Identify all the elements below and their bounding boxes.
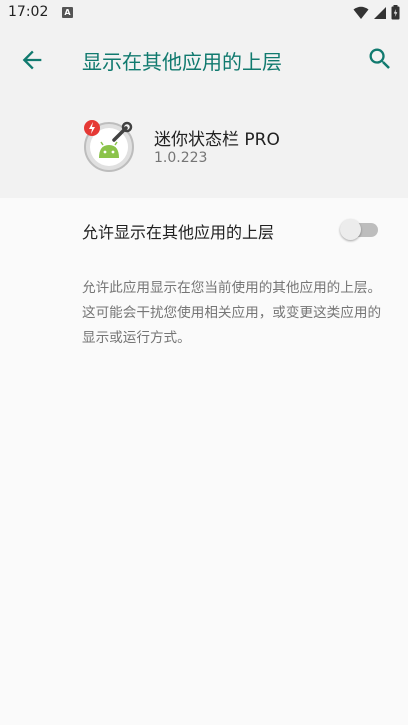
toggle-thumb [340, 219, 361, 240]
battery-icon [391, 5, 400, 20]
notification-icon: A [62, 7, 73, 18]
overlay-permission-label: 允许显示在其他应用的上层 [82, 223, 275, 242]
permission-description: 允许此应用显示在您当前使用的其他应用的上层。这可能会干扰您使用相关应用，或变更这… [82, 280, 382, 346]
arrow-back-icon[interactable] [18, 46, 46, 74]
search-icon[interactable] [366, 45, 394, 73]
overlay-permission-toggle[interactable] [340, 218, 380, 242]
overlay-permission-row[interactable]: 允许显示在其他应用的上层 [0, 198, 408, 262]
status-time: 17:02 [8, 4, 49, 20]
app-header: 迷你状态栏 PRO 1.0.223 [0, 92, 408, 198]
app-bar: 显示在其他应用的上层 [0, 26, 408, 92]
wifi-icon [353, 6, 369, 19]
status-icons [353, 5, 400, 20]
status-bar: 17:02 A [0, 0, 408, 26]
page-title: 显示在其他应用的上层 [82, 50, 282, 74]
app-version: 1.0.223 [154, 150, 208, 166]
notification-glyph: A [64, 8, 71, 17]
signal-icon [374, 6, 386, 19]
app-icon [84, 120, 134, 172]
app-name: 迷你状态栏 PRO [154, 130, 280, 150]
